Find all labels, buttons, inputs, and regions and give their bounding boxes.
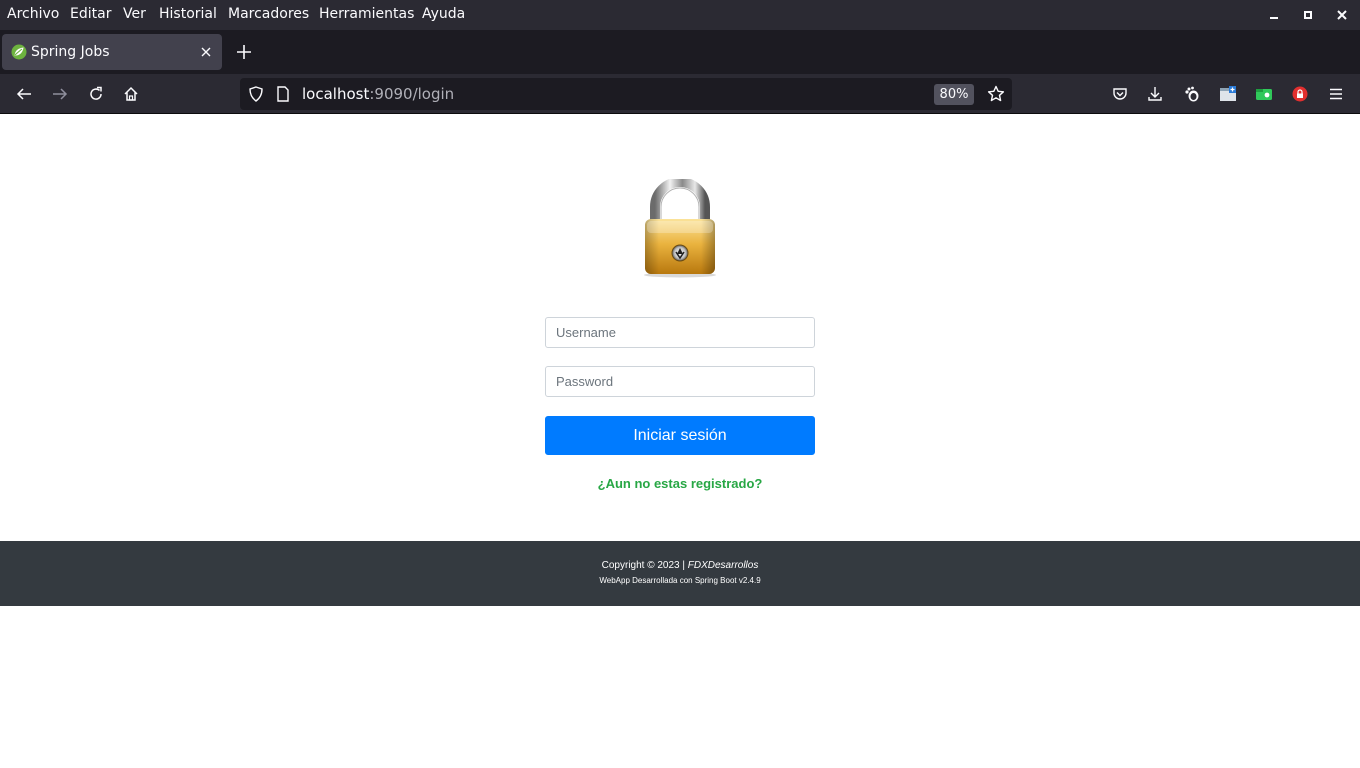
red-lock-icon xyxy=(1292,86,1308,102)
maximize-icon xyxy=(1304,11,1312,19)
menu-historial[interactable]: Historial xyxy=(159,6,217,22)
login-page: Iniciar sesión ¿Aun no estas registrado?… xyxy=(0,115,1360,768)
username-input[interactable] xyxy=(545,317,815,348)
url-text: localhost:9090/login xyxy=(302,85,455,103)
tab-bar: Spring Jobs xyxy=(0,30,1360,74)
app-menu-button[interactable] xyxy=(1326,84,1346,104)
page-footer: Copyright © 2023 | FDXDesarrollos WebApp… xyxy=(0,541,1360,606)
new-tab-button[interactable] xyxy=(234,42,254,62)
close-window-button[interactable] xyxy=(1333,6,1351,24)
minimize-icon xyxy=(1270,17,1278,19)
menu-herramientas[interactable]: Herramientas xyxy=(319,6,414,22)
navigation-toolbar: localhost:9090/login 80% xyxy=(0,74,1360,114)
shield-icon xyxy=(249,86,263,102)
menu-marcadores[interactable]: Marcadores xyxy=(228,6,309,22)
arrow-right-icon xyxy=(53,88,68,100)
reload-button[interactable] xyxy=(86,84,106,104)
close-icon xyxy=(201,47,211,57)
hamburger-menu-icon xyxy=(1330,88,1342,100)
minimize-window-button[interactable] xyxy=(1265,6,1283,24)
download-icon xyxy=(1148,87,1162,101)
downloads-button[interactable] xyxy=(1145,84,1165,104)
bookmark-star-icon[interactable] xyxy=(987,85,1005,103)
forward-button[interactable] xyxy=(50,84,70,104)
menu-ver[interactable]: Ver xyxy=(123,6,146,22)
back-button[interactable] xyxy=(14,84,34,104)
register-link[interactable]: ¿Aun no estas registrado? xyxy=(545,476,815,491)
green-extension-button[interactable] xyxy=(1254,84,1274,104)
pocket-button[interactable] xyxy=(1110,84,1130,104)
url-bar[interactable]: localhost:9090/login 80% xyxy=(240,78,1012,110)
close-icon xyxy=(1337,10,1347,20)
footer-brand: FDXDesarrollos xyxy=(687,560,759,571)
green-folder-icon xyxy=(1256,89,1272,100)
home-button[interactable] xyxy=(121,84,141,104)
footer-copyright: Copyright © 2023 | FDXDesarrollos xyxy=(601,560,759,571)
reload-icon xyxy=(90,86,102,100)
menu-archivo[interactable]: Archivo xyxy=(7,6,59,22)
password-lock-extension-button[interactable] xyxy=(1290,84,1310,104)
login-submit-button[interactable]: Iniciar sesión xyxy=(545,416,815,455)
tab-close-button[interactable] xyxy=(198,44,214,60)
pocket-icon xyxy=(1113,88,1127,100)
menu-editar[interactable]: Editar xyxy=(70,6,111,22)
maximize-window-button[interactable] xyxy=(1299,6,1317,24)
arrow-left-icon xyxy=(16,88,31,100)
page-icon xyxy=(277,86,289,102)
zoom-level-badge[interactable]: 80% xyxy=(934,84,974,105)
menu-ayuda[interactable]: Ayuda xyxy=(422,6,465,22)
tab-title: Spring Jobs xyxy=(31,44,110,60)
password-input[interactable] xyxy=(545,366,815,397)
tab-spring-jobs[interactable]: Spring Jobs xyxy=(2,34,222,70)
tab-manager-extension-button[interactable] xyxy=(1218,84,1238,104)
home-icon xyxy=(124,86,138,101)
gnome-foot-icon xyxy=(1185,86,1199,102)
gnome-extension-button[interactable] xyxy=(1182,84,1202,104)
menu-bar: Archivo Editar Ver Historial Marcadores … xyxy=(0,0,1360,30)
footer-credit: WebApp Desarrollada con Spring Boot v2.4… xyxy=(599,576,761,585)
plus-icon xyxy=(237,45,251,59)
window-plus-icon xyxy=(1220,86,1236,101)
spring-leaf-icon xyxy=(11,44,27,60)
padlock-icon xyxy=(644,179,716,278)
